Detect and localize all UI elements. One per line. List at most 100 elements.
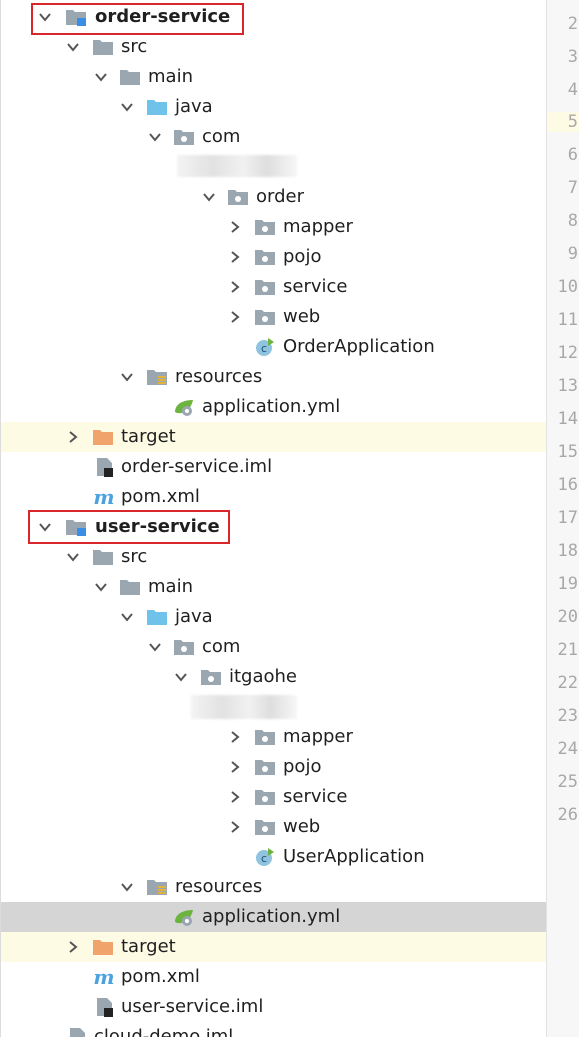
chevron-down-icon[interactable]: [119, 879, 135, 895]
tree-row-application-yml[interactable]: application.yml: [1, 392, 547, 422]
tree-row-com[interactable]: com: [1, 632, 547, 662]
tree-row-pom[interactable]: m pom.xml: [1, 482, 547, 512]
tree-row-mapper[interactable]: mapper: [1, 722, 547, 752]
tree-row-service[interactable]: service: [1, 782, 547, 812]
tree-row-main[interactable]: main: [1, 572, 547, 602]
tree-row-itgaohe[interactable]: itgaohe: [1, 662, 547, 692]
tree-row-cloud-iml[interactable]: cloud-demo.iml: [1, 1022, 547, 1037]
spring-config-file-icon: [175, 910, 193, 926]
chevron-right-icon[interactable]: [227, 219, 243, 235]
resources-folder-icon: [147, 370, 167, 385]
file-label: order-service.iml: [121, 456, 273, 477]
file-label: application.yml: [202, 396, 341, 417]
chevron-right-icon[interactable]: [227, 819, 243, 835]
tree-row-pom[interactable]: m pom.xml: [1, 962, 547, 992]
package-icon: [228, 190, 248, 205]
chevron-down-icon[interactable]: [147, 129, 163, 145]
tree-row-user-iml[interactable]: user-service.iml: [1, 992, 547, 1022]
chevron-down-icon[interactable]: [173, 669, 189, 685]
folder-icon: [93, 40, 113, 55]
chevron-right-icon[interactable]: [227, 729, 243, 745]
line-number: 7: [567, 178, 578, 198]
chevron-down-icon[interactable]: [119, 609, 135, 625]
chevron-right-icon[interactable]: [227, 249, 243, 265]
chevron-right-icon[interactable]: [65, 939, 81, 955]
tree-row-src[interactable]: src: [1, 32, 547, 62]
excluded-folder-icon: [93, 430, 113, 445]
tree-row-src[interactable]: src: [1, 542, 547, 572]
source-folder-icon: [147, 610, 167, 625]
line-number: 3: [567, 47, 578, 67]
tree-row-target[interactable]: target: [1, 932, 547, 962]
line-number: 13: [557, 376, 578, 396]
svg-text:m: m: [93, 967, 114, 987]
tree-row-java[interactable]: java: [1, 92, 547, 122]
tree-row-pojo[interactable]: pojo: [1, 752, 547, 782]
iml-file-icon: [70, 1028, 85, 1037]
chevron-right-icon[interactable]: [65, 429, 81, 445]
chevron-down-icon[interactable]: [65, 39, 81, 55]
chevron-right-icon[interactable]: [227, 279, 243, 295]
line-number: 6: [567, 145, 578, 165]
tree-row-pojo[interactable]: pojo: [1, 242, 547, 272]
line-number: 14: [557, 409, 578, 429]
folder-icon: [93, 550, 113, 565]
folder-icon: [120, 70, 140, 85]
resources-folder-icon: [147, 880, 167, 895]
folder-label: target: [121, 936, 176, 957]
tree-row-com[interactable]: com: [1, 122, 547, 152]
chevron-down-icon[interactable]: [93, 69, 109, 85]
tree-row-resources[interactable]: resources: [1, 362, 547, 392]
source-folder-icon: [147, 100, 167, 115]
package-icon: [174, 640, 194, 655]
redacted-package: [177, 155, 297, 177]
folder-label: main: [148, 66, 193, 87]
package-label: service: [283, 786, 348, 807]
chevron-right-icon[interactable]: [227, 759, 243, 775]
tree-row-resources[interactable]: resources: [1, 872, 547, 902]
maven-pom-icon: m: [93, 967, 114, 987]
redacted-package: [191, 695, 297, 719]
chevron-down-icon[interactable]: [201, 189, 217, 205]
tree-row-main[interactable]: main: [1, 62, 547, 92]
folder-icon: [120, 580, 140, 595]
tree-row-order[interactable]: order: [1, 182, 547, 212]
tree-row-web[interactable]: web: [1, 812, 547, 842]
package-label: web: [283, 306, 321, 327]
folder-label: java: [175, 96, 213, 117]
tree-row-service[interactable]: service: [1, 272, 547, 302]
tree-row-order-application[interactable]: c OrderApplication: [1, 332, 547, 362]
tree-row-mapper[interactable]: mapper: [1, 212, 547, 242]
tree-row-java[interactable]: java: [1, 602, 547, 632]
chevron-down-icon[interactable]: [65, 549, 81, 565]
line-number: 17: [557, 508, 578, 528]
package-label: order: [256, 186, 304, 207]
line-number: 12: [557, 343, 578, 363]
line-number: 10: [557, 277, 578, 297]
chevron-down-icon[interactable]: [119, 99, 135, 115]
folder-label: src: [121, 546, 148, 567]
chevron-down-icon[interactable]: [147, 639, 163, 655]
file-label: application.yml: [202, 906, 341, 927]
line-number: 15: [557, 442, 578, 462]
chevron-right-icon[interactable]: [227, 309, 243, 325]
chevron-right-icon[interactable]: [227, 789, 243, 805]
maven-pom-icon: m: [93, 487, 114, 507]
tree-row-application-yml-selected[interactable]: application.yml: [1, 902, 547, 932]
package-label: mapper: [283, 216, 353, 237]
tree-row-user-application[interactable]: c UserApplication: [1, 842, 547, 872]
tree-row-order-iml[interactable]: order-service.iml: [1, 452, 547, 482]
annotation-box: [28, 510, 230, 544]
svg-text:m: m: [93, 487, 114, 507]
package-icon: [255, 310, 275, 325]
editor-gutter: 2 3 4 5 6 7 8 9 10 11 12 13 14 15 16 17 …: [546, 0, 579, 1037]
chevron-down-icon[interactable]: [119, 369, 135, 385]
package-label: web: [283, 816, 321, 837]
tree-row-web[interactable]: web: [1, 302, 547, 332]
project-tree: order-service src main java com order ma…: [0, 0, 547, 1037]
excluded-folder-icon: [93, 940, 113, 955]
file-label: UserApplication: [283, 846, 425, 867]
chevron-down-icon[interactable]: [93, 579, 109, 595]
annotation-box: [31, 3, 244, 35]
tree-row-target[interactable]: target: [1, 422, 547, 452]
